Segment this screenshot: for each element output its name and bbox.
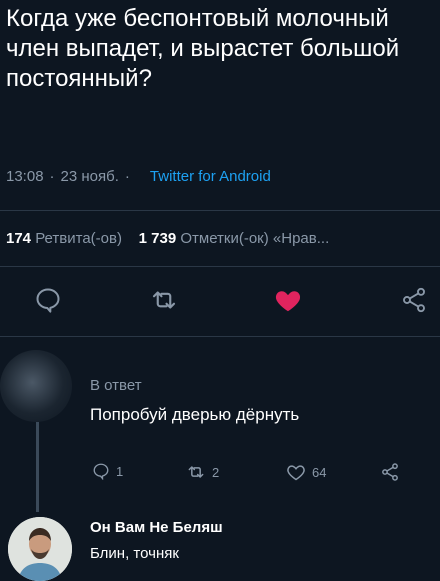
like-button[interactable] <box>270 282 306 318</box>
divider <box>0 210 440 211</box>
reply-share-button[interactable] <box>380 462 400 482</box>
reply-to-label[interactable]: В ответ <box>90 377 142 394</box>
reply-icon <box>93 463 109 480</box>
likes-label: Отметки(-ок) «Нрав... <box>180 230 330 247</box>
divider <box>0 266 440 267</box>
like-icon <box>287 465 305 481</box>
tweet-meta: 13:08 · 23 нояб. · Twitter for Android <box>6 168 271 185</box>
tweet-time: 13:08 <box>6 168 44 185</box>
reply-actions: 1 2 64 <box>0 462 440 488</box>
reply-author-name[interactable]: Он Вам Не Беляш <box>90 519 223 536</box>
share-button[interactable] <box>396 282 432 318</box>
reply-retweet-button[interactable]: 2 <box>186 462 219 482</box>
share-icon <box>382 463 398 481</box>
share-icon <box>403 287 425 313</box>
person-photo-icon <box>8 517 72 581</box>
avatar[interactable] <box>8 517 72 581</box>
reply-like-button[interactable]: 64 <box>286 462 326 482</box>
reply-retweet-count: 2 <box>212 464 220 480</box>
tweet-source-link[interactable]: Twitter for Android <box>150 168 271 185</box>
like-icon <box>275 291 301 312</box>
reply-text: Блин, точняк <box>90 545 179 562</box>
retweets-count: 174 <box>6 230 32 247</box>
reply-like-count: 64 <box>312 464 327 480</box>
retweets-label: Ретвита(-ов) <box>35 230 122 247</box>
avatar[interactable] <box>0 350 72 422</box>
divider <box>0 336 440 337</box>
reply-button[interactable] <box>30 282 66 318</box>
tweet-date: 23 нояб. <box>60 168 119 185</box>
tweet-stats[interactable]: 174 Ретвита(-ов) 1 739 Отметки(-ок) «Нра… <box>6 230 436 247</box>
likes-count: 1 739 <box>138 230 177 247</box>
reply-reply-count: 1 <box>116 463 124 479</box>
retweet-icon <box>152 291 176 309</box>
retweet-button[interactable] <box>146 282 182 318</box>
reply-reply-button[interactable]: 1 <box>92 462 123 480</box>
tweet-text: Когда уже беспонтовый молочный член выпа… <box>6 5 400 92</box>
tweet-actions <box>0 282 440 318</box>
reply-text: Попробуй дверью дёрнуть <box>90 405 300 424</box>
reply-icon <box>36 288 60 313</box>
retweet-icon <box>188 466 204 478</box>
